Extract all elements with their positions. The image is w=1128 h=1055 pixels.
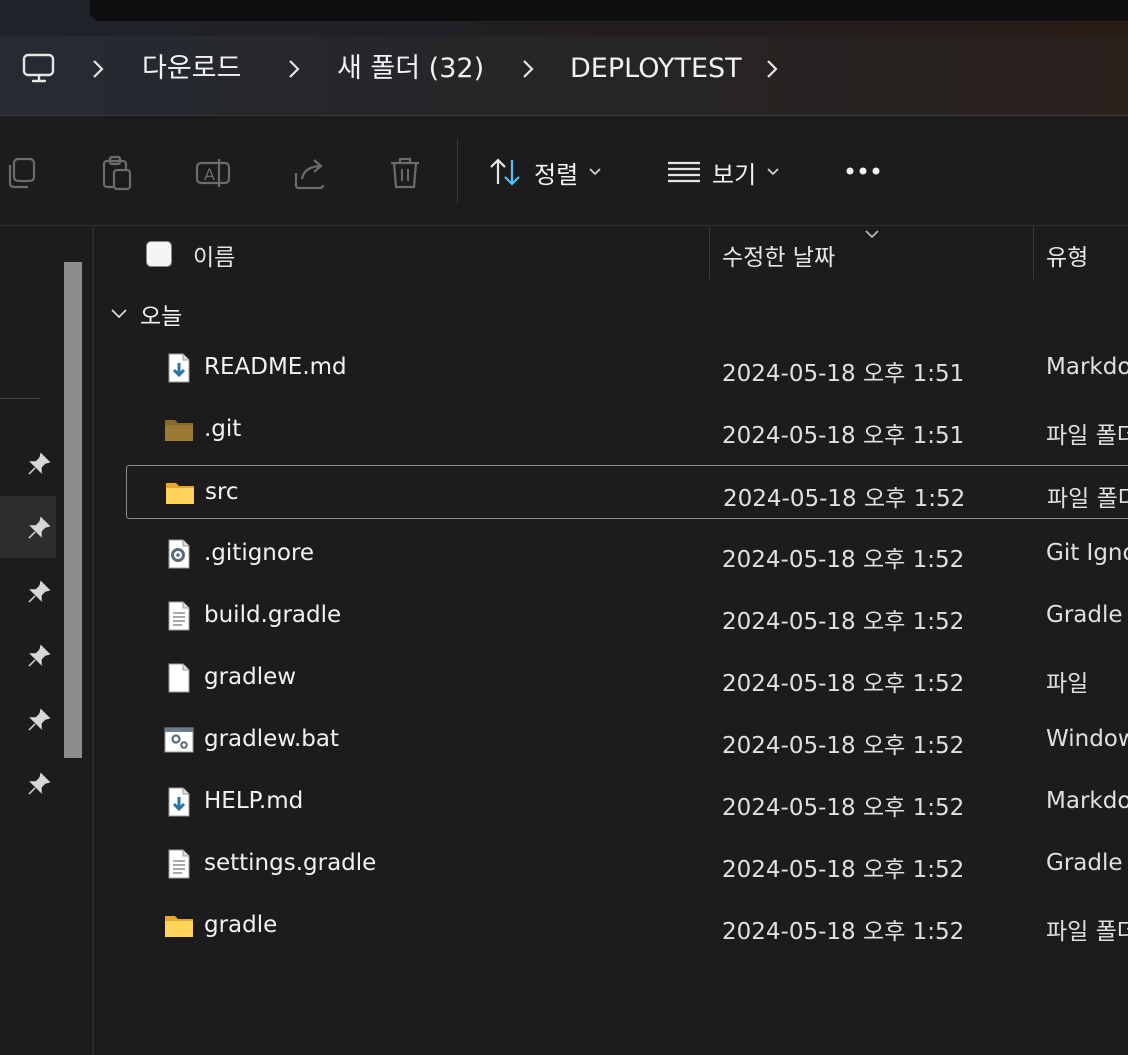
pin-icon [28,580,51,603]
group-label: 오늘 [140,304,183,330]
file-type: Markdown [1046,354,1128,380]
markdown-file-icon [164,786,194,818]
column-header-type[interactable]: 유형 [1046,238,1088,272]
file-name: README.md [204,354,347,380]
file-date: 2024-05-18 오후 1:52 [722,857,965,883]
toolbar-divider [457,139,458,203]
file-row[interactable]: gradlew 2024-05-18 오후 1:52 파일 [126,651,1128,705]
file-name: settings.gradle [204,850,377,876]
column-divider[interactable] [709,227,710,279]
pin-icon [28,708,51,731]
select-all-checkbox[interactable] [146,241,172,267]
file-type: Git Ignore [1046,540,1128,566]
copy-icon[interactable] [2,153,42,193]
file-row[interactable]: gradle 2024-05-18 오후 1:52 파일 폴더 [126,899,1128,953]
pin-icon [28,772,51,795]
folder-icon [164,910,194,942]
file-date: 2024-05-18 오후 1:52 [722,671,965,697]
rename-icon[interactable]: A [193,153,233,193]
chevron-right-icon[interactable] [90,58,106,80]
batch-file-icon [164,724,194,756]
file-date: 2024-05-18 오후 1:52 [723,486,966,512]
chevron-down-icon [767,168,779,176]
hidden-folder-icon [164,414,194,446]
sort-icon [490,158,520,186]
file-name: .gitignore [204,540,315,566]
file-date: 2024-05-18 오후 1:51 [722,423,965,449]
breadcrumb-item-downloads[interactable]: 다운로드 [142,54,241,84]
file-row[interactable]: .gitignore 2024-05-18 오후 1:52 Git Ignore [126,527,1128,581]
column-header-name[interactable]: 이름 [193,238,235,272]
command-bar: A 정렬 보기 [0,117,1128,226]
file-date: 2024-05-18 오후 1:52 [722,795,965,821]
chevron-down-icon[interactable] [110,308,128,320]
file-date: 2024-05-18 오후 1:52 [722,547,965,573]
view-list-icon [668,161,700,183]
folder-icon [165,477,195,509]
sidebar-divider [0,398,40,399]
breadcrumb: 다운로드 새 폴더 (32) DEPLOYTEST [0,36,1128,116]
blank-file-icon [164,662,194,694]
this-pc-icon[interactable] [22,52,56,86]
chevron-right-icon[interactable] [764,58,780,80]
file-row[interactable]: src 2024-05-18 오후 1:52 파일 폴더 [126,465,1128,519]
text-file-icon [164,600,194,632]
file-row[interactable]: HELP.md 2024-05-18 오후 1:52 Markdown [126,775,1128,829]
navigation-pane [0,227,94,1055]
delete-icon[interactable] [385,153,425,193]
file-row[interactable]: build.gradle 2024-05-18 오후 1:52 Gradle [126,589,1128,643]
chevron-right-icon[interactable] [286,58,302,80]
file-date: 2024-05-18 오후 1:52 [722,733,965,759]
file-name: build.gradle [204,602,342,628]
group-header-today[interactable]: 오늘 [110,299,183,330]
sort-label: 정렬 [534,160,579,189]
file-row[interactable]: README.md 2024-05-18 오후 1:51 Markdown [126,341,1128,395]
file-name: gradle [204,912,278,938]
file-type: 파일 폴더 [1046,919,1128,945]
chevron-down-icon [589,168,601,176]
file-name: src [205,479,239,505]
more-options-icon[interactable] [844,165,882,177]
file-type: 파일 폴더 [1046,423,1128,449]
breadcrumb-item-deploytest[interactable]: DEPLOYTEST [570,54,742,84]
chevron-right-icon[interactable] [520,58,536,80]
file-row[interactable]: settings.gradle 2024-05-18 오후 1:52 Gradle [126,837,1128,891]
share-icon[interactable] [290,153,330,193]
file-date: 2024-05-18 오후 1:52 [722,609,965,635]
file-date: 2024-05-18 오후 1:52 [722,919,965,945]
column-divider[interactable] [1033,227,1034,279]
column-header: 이름 수정한 날짜 유형 [96,227,1128,279]
sort-button[interactable]: 정렬 [488,147,602,197]
settings-file-icon [164,538,194,570]
file-name: .git [204,416,242,442]
file-row[interactable]: gradlew.bat 2024-05-18 오후 1:52 Windows [126,713,1128,767]
sort-descending-icon [865,230,879,239]
breadcrumb-item-new-folder[interactable]: 새 폴더 (32) [337,54,484,84]
file-name: HELP.md [204,788,304,814]
pin-icon [28,452,51,475]
file-type: Markdown [1046,788,1128,814]
paste-icon[interactable] [98,153,138,193]
file-type: Windows [1046,726,1128,752]
view-button[interactable]: 보기 [666,147,780,197]
file-type: Gradle [1046,602,1123,628]
file-list: 이름 수정한 날짜 유형 오늘 README.md 2024-05-18 오후 1… [96,227,1128,1055]
text-file-icon [164,848,194,880]
column-header-date[interactable]: 수정한 날짜 [722,238,835,272]
svg-text:A: A [204,165,215,184]
markdown-file-icon [164,352,194,384]
file-name: gradlew.bat [204,726,340,752]
file-type: 파일 폴더 [1047,486,1128,512]
pin-icon [28,516,51,539]
file-type: Gradle [1046,850,1123,876]
tab-strip [90,0,1128,21]
view-label: 보기 [712,160,757,189]
file-date: 2024-05-18 오후 1:51 [722,361,965,387]
file-type: 파일 [1046,671,1089,697]
title-strip [0,0,1128,36]
sidebar-scrollbar[interactable] [64,262,82,758]
file-name: gradlew [204,664,297,690]
pin-icon [28,644,51,667]
file-row[interactable]: .git 2024-05-18 오후 1:51 파일 폴더 [126,403,1128,457]
